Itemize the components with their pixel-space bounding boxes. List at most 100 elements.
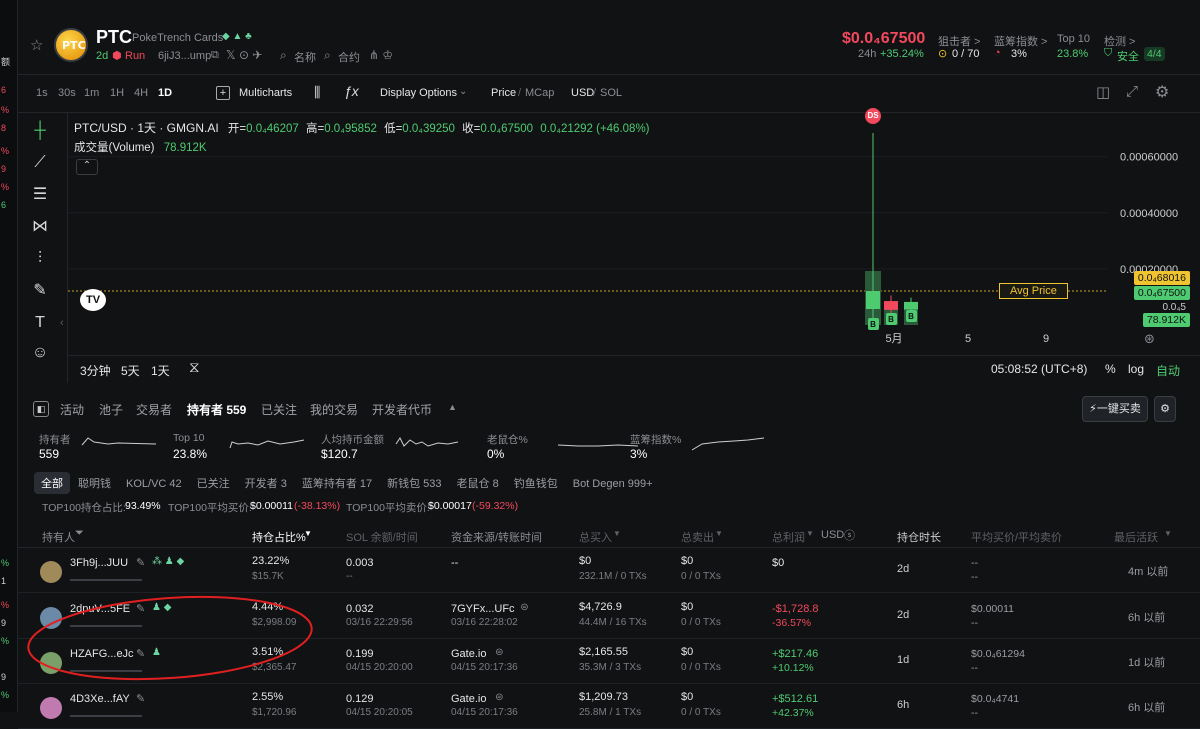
timeframe-1m[interactable]: 1m bbox=[84, 87, 99, 99]
holder-address[interactable]: 4D3Xe...fAY bbox=[70, 693, 130, 705]
trendline-icon[interactable]: ⟋ bbox=[28, 151, 52, 175]
holder-address[interactable]: 3Fh9j...JUU bbox=[70, 557, 128, 569]
range-3m[interactable]: 3分钟 bbox=[80, 362, 111, 379]
table-row[interactable]: 3Fh9j...JUU 23.22% $15.7K 0.003 -- -- $0 232.1M… bbox=[18, 549, 1200, 593]
log-toggle[interactable]: log bbox=[1128, 362, 1144, 376]
sell-all-button[interactable]: ⚡一键买卖 bbox=[1082, 396, 1148, 422]
sort-icon[interactable]: ▼ bbox=[806, 529, 814, 538]
timeframe-4H[interactable]: 4H bbox=[134, 87, 148, 99]
sol-toggle[interactable]: SOL bbox=[600, 87, 622, 99]
pnl-column[interactable]: 总利润 bbox=[772, 529, 805, 545]
timeframe-30s[interactable]: 30s bbox=[58, 87, 76, 99]
pnl-unit[interactable]: USD bbox=[821, 529, 844, 541]
filter-chip[interactable]: KOL/VC 42 bbox=[119, 475, 189, 493]
filter-settings-button[interactable]: ⚙ bbox=[1154, 396, 1176, 422]
table-row[interactable]: 4D3Xe...fAY 2.55% $1,720.96 0.129 04/15 20:2… bbox=[18, 685, 1200, 729]
usd-toggle[interactable]: USD bbox=[571, 87, 594, 99]
candle-type-icon[interactable]: ⫼ bbox=[314, 84, 320, 101]
copy-icon[interactable]: ⧉ bbox=[211, 49, 219, 62]
filter-icon[interactable]: ⏷ bbox=[75, 527, 84, 540]
display-options-button[interactable]: Display Options bbox=[380, 87, 457, 99]
price-toggle[interactable]: Price bbox=[491, 87, 516, 99]
currency-switch-icon[interactable]: ⓢ bbox=[844, 527, 855, 543]
fullscreen-icon[interactable]: ⤢ bbox=[1126, 83, 1138, 100]
fund-source[interactable]: -- bbox=[451, 557, 458, 569]
bluechip-label[interactable]: 蓝筹指数 > bbox=[994, 33, 1047, 49]
panel-toggle-icon[interactable]: ◧ bbox=[33, 401, 49, 417]
chart-settings-icon[interactable]: ⊛ bbox=[1144, 331, 1155, 347]
fund-source[interactable]: Gate.io bbox=[451, 693, 486, 705]
indicator-icon[interactable]: ƒx bbox=[344, 83, 359, 99]
brush-icon[interactable]: ✎ bbox=[28, 279, 52, 303]
bought-column[interactable]: 总买入 bbox=[579, 529, 612, 545]
multicharts-button[interactable]: Multicharts bbox=[239, 87, 292, 99]
range-5d[interactable]: 5天 bbox=[121, 362, 140, 379]
timeframe-1D[interactable]: 1D bbox=[158, 87, 172, 99]
edit-icon[interactable]: ✎ bbox=[136, 602, 145, 615]
sol-column[interactable]: SOL 余额/时间 bbox=[346, 529, 418, 545]
filter-chip[interactable]: 聪明钱 bbox=[71, 472, 118, 494]
sort-icon[interactable]: ▼ bbox=[1164, 529, 1172, 538]
avg-column[interactable]: 平均买价/平均卖价 bbox=[971, 529, 1062, 545]
filter-chip[interactable]: 全部 bbox=[34, 472, 70, 494]
source-column[interactable]: 资金来源/转账时间 bbox=[451, 529, 542, 545]
chart-canvas[interactable]: 0.000600000.000400000.000200005月 5 9BB B bbox=[68, 113, 1200, 355]
settings-icon[interactable]: ⚙ bbox=[1155, 82, 1169, 102]
emoji-icon[interactable]: ☺ bbox=[28, 341, 52, 365]
collapse-icon[interactable]: ‹ bbox=[60, 317, 64, 329]
duration-column[interactable]: 持仓时长 bbox=[897, 529, 941, 545]
search-icon[interactable]: ⌕ bbox=[324, 48, 331, 63]
tab-0[interactable]: 活动 bbox=[60, 401, 84, 418]
filter-chip[interactable]: 蓝筹持有者 17 bbox=[295, 472, 379, 494]
pattern-icon[interactable]: ⋈ bbox=[28, 215, 52, 239]
edit-icon[interactable]: ✎ bbox=[136, 647, 145, 660]
holder-address[interactable]: 2dpuV...5FE bbox=[70, 603, 130, 615]
filter-chip[interactable]: 新钱包 533 bbox=[380, 472, 448, 494]
token-address[interactable]: 6jiJ3...ump bbox=[158, 50, 211, 62]
table-row[interactable]: HZAFG...eJc 3.51% $2,365.47 0.199 04/15 20:2… bbox=[18, 640, 1200, 684]
range-1d[interactable]: 1天 bbox=[151, 362, 170, 379]
camera-icon[interactable]: ◫ bbox=[1096, 83, 1110, 101]
chevron-up-icon[interactable]: ▲ bbox=[448, 402, 457, 412]
last-active-column[interactable]: 最后活跃 bbox=[1114, 529, 1158, 545]
auto-toggle[interactable]: 自动 bbox=[1156, 362, 1180, 379]
table-row[interactable]: 2dpuV...5FE 4.44% $2,998.09 0.032 03/16 22:2… bbox=[18, 595, 1200, 639]
filter-chip[interactable]: 已关注 bbox=[190, 472, 237, 494]
price-chart[interactable]: PTC/USD · 1天 · GMGN.AI 开=0.0₄46207 高=0.0… bbox=[68, 108, 1200, 355]
share-column[interactable]: 持仓占比% bbox=[252, 529, 306, 545]
text-icon[interactable]: T bbox=[28, 311, 52, 335]
edit-icon[interactable]: ✎ bbox=[136, 692, 145, 705]
tab-5[interactable]: 我的交易 bbox=[310, 401, 358, 418]
edit-icon[interactable]: ✎ bbox=[136, 556, 145, 569]
filter-chip[interactable]: 钓鱼钱包 bbox=[507, 472, 565, 494]
sort-icon[interactable]: ▼ bbox=[613, 529, 621, 538]
tab-4[interactable]: 已关注 bbox=[261, 401, 297, 418]
measure-icon[interactable]: ⫶ bbox=[28, 247, 52, 271]
fund-source[interactable]: 7GYFx...UFc bbox=[451, 603, 515, 615]
timeframe-1H[interactable]: 1H bbox=[110, 87, 124, 99]
share-icon[interactable]: ⋔ ♔ bbox=[369, 48, 393, 62]
tab-1[interactable]: 池子 bbox=[99, 401, 123, 418]
holder-column[interactable]: 持有人 bbox=[42, 529, 75, 545]
filter-chip[interactable]: 开发者 3 bbox=[238, 472, 294, 494]
social-icons[interactable]: 𝕏 ⊙ ✈ bbox=[226, 48, 262, 62]
date-range-icon[interactable]: ⧖ bbox=[189, 359, 200, 376]
tab-3[interactable]: 持有者 559 bbox=[187, 401, 246, 418]
star-icon[interactable]: ☆ bbox=[30, 36, 43, 54]
timeframe-1s[interactable]: 1s bbox=[36, 87, 48, 99]
holder-address[interactable]: HZAFG...eJc bbox=[70, 648, 134, 660]
name-search-link[interactable]: 名称 bbox=[294, 49, 316, 65]
sort-desc-icon[interactable]: ▼ bbox=[304, 529, 312, 538]
tab-2[interactable]: 交易者 bbox=[136, 401, 172, 418]
tab-6[interactable]: 开发者代币 bbox=[372, 401, 432, 418]
mcap-toggle[interactable]: MCap bbox=[525, 87, 554, 99]
sort-icon[interactable]: ▼ bbox=[715, 529, 723, 538]
search-icon[interactable]: ⌕ bbox=[280, 48, 287, 63]
fund-source[interactable]: Gate.io bbox=[451, 648, 486, 660]
filter-chip[interactable]: Bot Degen 999+ bbox=[566, 475, 660, 493]
percent-toggle[interactable]: % bbox=[1105, 362, 1116, 376]
filter-chip[interactable]: 老鼠仓 8 bbox=[450, 472, 506, 494]
contract-search-link[interactable]: 合约 bbox=[338, 49, 360, 65]
fib-icon[interactable]: ☰ bbox=[28, 183, 52, 207]
add-icon[interactable]: + bbox=[216, 86, 230, 100]
